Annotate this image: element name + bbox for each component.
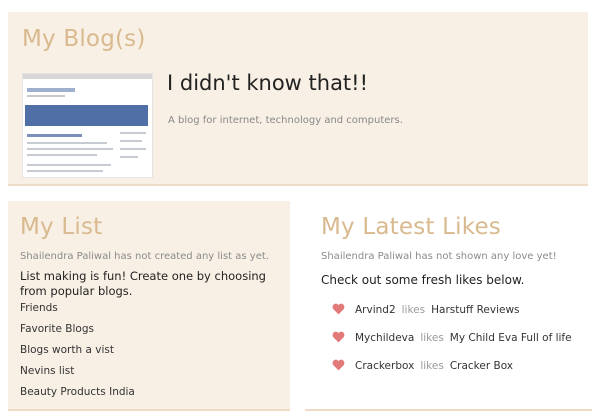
list-item-blogs-worth-a-vist[interactable]: Blogs worth a vist <box>20 344 114 356</box>
blog-name-link[interactable]: I didn't know that!! <box>167 71 368 95</box>
like-verb: likes <box>401 304 426 316</box>
like-user-link[interactable]: Arvind2 <box>355 304 396 316</box>
my-list-cta: List making is fun! Create one by choosi… <box>20 269 266 298</box>
list-item-nevins-list[interactable]: Nevins list <box>20 365 74 377</box>
thumbnail-sidebar-line <box>120 140 142 142</box>
like-row: Crackerbox likes Cracker Box <box>332 359 513 372</box>
thumbnail-topbar <box>23 74 152 79</box>
like-verb: likes <box>420 360 444 372</box>
thumbnail-sidebar-line <box>120 156 138 158</box>
liked-blog-link[interactable]: My Child Eva Full of life <box>450 332 572 344</box>
my-list-panel: My List Shailendra Paliwal has not creat… <box>8 201 290 411</box>
thumbnail-sidebar-line <box>120 148 146 150</box>
list-item-favorite-blogs[interactable]: Favorite Blogs <box>20 323 94 335</box>
my-blogs-panel: My Blog(s) I didn't know that!! A blog f… <box>8 12 588 186</box>
thumbnail-text-line <box>27 154 97 156</box>
thumbnail-subtitle-line <box>27 95 65 97</box>
thumbnail-header-bar <box>25 105 148 126</box>
liked-blog-link[interactable]: Cracker Box <box>450 360 513 372</box>
heart-icon <box>332 359 345 371</box>
latest-likes-status: Shailendra Paliwal has not shown any lov… <box>321 251 557 262</box>
list-item-friends[interactable]: Friends <box>20 302 58 314</box>
thumbnail-text-line <box>27 164 111 166</box>
heart-icon <box>332 331 345 343</box>
thumbnail-text-line <box>27 148 113 150</box>
latest-likes-cta: Check out some fresh likes below. <box>321 273 525 287</box>
like-user-link[interactable]: Crackerbox <box>355 360 414 372</box>
thumbnail-post-heading <box>27 134 82 137</box>
thumbnail-text-line <box>27 142 107 144</box>
like-row: Arvind2 likes Harstuff Reviews <box>332 303 520 316</box>
thumbnail-sidebar-line <box>120 132 146 134</box>
heart-icon <box>332 303 345 315</box>
thumbnail-title-line <box>27 88 75 92</box>
latest-likes-section: My Latest Likes Shailendra Paliwal has n… <box>305 201 592 411</box>
thumbnail-text-line <box>27 170 103 172</box>
blog-description: A blog for internet, technology and comp… <box>168 115 403 126</box>
list-item-beauty-products-india[interactable]: Beauty Products India <box>20 386 135 398</box>
my-list-status: Shailendra Paliwal has not created any l… <box>20 251 269 262</box>
blog-thumbnail[interactable] <box>22 73 153 178</box>
like-verb: likes <box>420 332 444 344</box>
latest-likes-title: My Latest Likes <box>321 214 501 240</box>
my-list-title: My List <box>20 214 103 240</box>
my-blogs-title: My Blog(s) <box>22 26 146 52</box>
like-row: Mychildeva likes My Child Eva Full of life <box>332 331 572 344</box>
liked-blog-link[interactable]: Harstuff Reviews <box>431 304 519 316</box>
like-user-link[interactable]: Mychildeva <box>355 332 414 344</box>
